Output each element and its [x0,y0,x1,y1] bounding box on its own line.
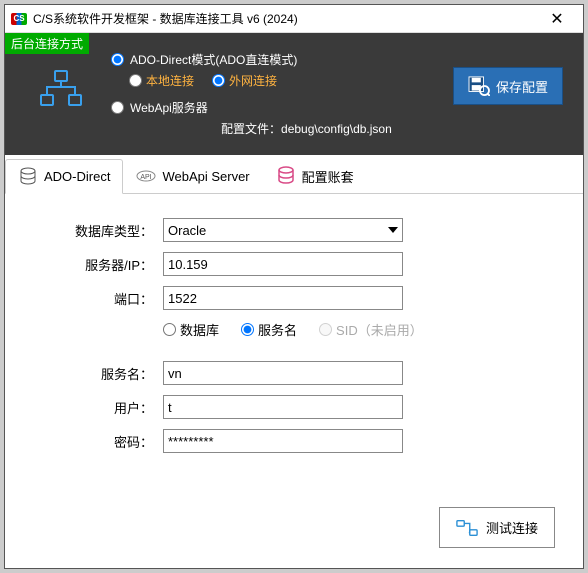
connection-icon [456,519,478,537]
window-title: C/S系统软件开发框架 - 数据库连接工具 v6 (2024) [33,10,537,27]
service-name-label: 服务名： [33,364,153,383]
network-icon [39,69,83,114]
tab-account[interactable]: 配置账套 [263,159,367,193]
password-label: 密码： [33,432,153,451]
password-input[interactable] [163,429,403,453]
port-input[interactable] [163,286,403,310]
database-icon [18,167,38,187]
opt-database[interactable]: 数据库 [163,320,219,339]
app-window: CS C/S系统软件开发框架 - 数据库连接工具 v6 (2024) ✕ 后台连… [4,4,584,569]
config-file-line: 配置文件：debug\config\db.json [221,120,569,137]
mode-ado-direct[interactable]: ADO-Direct模式(ADO直连模式) [111,51,569,68]
close-button[interactable]: ✕ [537,5,577,33]
panel-badge: 后台连接方式 [5,33,89,54]
tab-webapi[interactable]: API WebApi Server [123,159,262,193]
save-icon [468,76,490,96]
connection-mode-panel: 后台连接方式 ADO-Direct模式(ADO直连模式) 本地连接 外网连接 W… [5,33,583,155]
database-pink-icon [276,166,296,186]
mode-external[interactable]: 外网连接 [212,72,277,89]
service-name-input[interactable] [163,361,403,385]
form-area: 数据库类型： Oracle 服务器/IP： 端口： 数据库 服务名 SID（未启… [5,194,583,475]
user-input[interactable] [163,395,403,419]
server-label: 服务器/IP： [33,255,153,274]
save-config-button[interactable]: 保存配置 [453,67,563,105]
svg-text:API: API [141,174,152,181]
server-input[interactable] [163,252,403,276]
app-icon: CS [11,13,27,25]
db-type-label: 数据库类型： [33,221,153,240]
opt-service-name[interactable]: 服务名 [241,320,297,339]
titlebar: CS C/S系统软件开发框架 - 数据库连接工具 v6 (2024) ✕ [5,5,583,33]
test-connection-button[interactable]: 测试连接 [439,507,555,548]
radio-webapi[interactable] [111,101,124,114]
user-label: 用户： [33,398,153,417]
mode-local[interactable]: 本地连接 [129,72,194,89]
db-type-select[interactable]: Oracle [163,218,403,242]
tab-ado-direct[interactable]: ADO-Direct [5,159,123,194]
api-icon: API [136,166,156,186]
tab-bar: ADO-Direct API WebApi Server 配置账套 [5,155,583,194]
radio-ado[interactable] [111,53,124,66]
opt-sid: SID（未启用） [319,320,423,339]
port-label: 端口： [33,289,153,308]
